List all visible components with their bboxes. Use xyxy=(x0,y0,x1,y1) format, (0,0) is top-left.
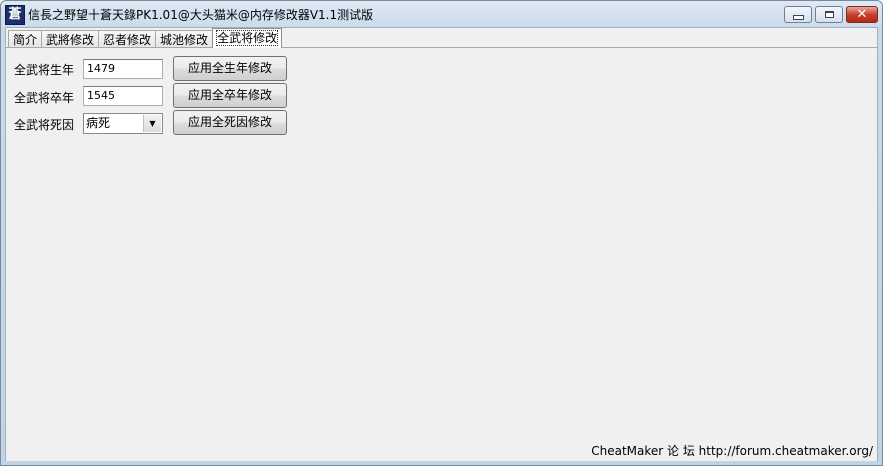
minimize-icon xyxy=(792,15,804,20)
tab-ninja-edit[interactable]: 忍者修改 xyxy=(98,30,157,48)
tab-label: 城池修改 xyxy=(160,33,209,47)
death-cause-label: 全武将死因 xyxy=(14,118,75,132)
tab-all-generals-edit[interactable]: 全武将修改 xyxy=(212,28,283,48)
tab-label: 简介 xyxy=(13,33,38,47)
app-icon[interactable]: 蒼 xyxy=(5,5,25,25)
dropdown-arrow-icon[interactable]: ▼ xyxy=(143,115,161,132)
maximize-icon xyxy=(824,11,834,18)
apply-death-year-button[interactable]: 应用全卒年修改 xyxy=(173,83,287,108)
birth-year-input[interactable]: 1479 xyxy=(83,59,163,79)
tab-label: 忍者修改 xyxy=(103,33,152,47)
death-year-input[interactable]: 1545 xyxy=(83,86,163,106)
tab-page-all-generals: 全武将生年 1479 应用全生年修改 全武将卒年 1545 应用全卒年修改 全武… xyxy=(6,47,877,461)
tab-intro[interactable]: 简介 xyxy=(8,30,43,48)
forum-link-text[interactable]: CheatMaker 论 坛 http://forum.cheatmaker.o… xyxy=(591,442,873,459)
tab-label: 武將修改 xyxy=(46,33,95,47)
app-window: 蒼 信長之野望十蒼天錄PK1.01@大头猫米@内存修改器V1.1测试版 ✕ 简介… xyxy=(0,0,883,466)
close-icon: ✕ xyxy=(856,7,868,22)
apply-death-cause-button[interactable]: 应用全死因修改 xyxy=(173,110,287,135)
title-bar[interactable]: 蒼 信長之野望十蒼天錄PK1.01@大头猫米@内存修改器V1.1测试版 ✕ xyxy=(1,1,882,27)
birth-year-label: 全武将生年 xyxy=(14,63,75,77)
tab-label: 全武将修改 xyxy=(216,30,279,46)
tab-general-edit[interactable]: 武將修改 xyxy=(41,30,100,48)
client-area: 简介 武將修改 忍者修改 城池修改 全武将修改 全武将生年 1479 应用全生年… xyxy=(5,27,878,461)
tab-castle-edit[interactable]: 城池修改 xyxy=(155,30,214,48)
close-button[interactable]: ✕ xyxy=(846,6,878,23)
maximize-button[interactable] xyxy=(815,6,843,23)
death-year-label: 全武将卒年 xyxy=(14,91,75,105)
window-title: 信長之野望十蒼天錄PK1.01@大头猫米@内存修改器V1.1测试版 xyxy=(28,8,374,22)
tab-strip: 简介 武將修改 忍者修改 城池修改 全武将修改 xyxy=(8,28,283,48)
death-cause-select[interactable]: 病死 ▼ xyxy=(83,113,163,134)
minimize-button[interactable] xyxy=(784,6,812,23)
death-cause-selected: 病死 xyxy=(86,116,111,130)
apply-birth-year-button[interactable]: 应用全生年修改 xyxy=(173,56,287,81)
